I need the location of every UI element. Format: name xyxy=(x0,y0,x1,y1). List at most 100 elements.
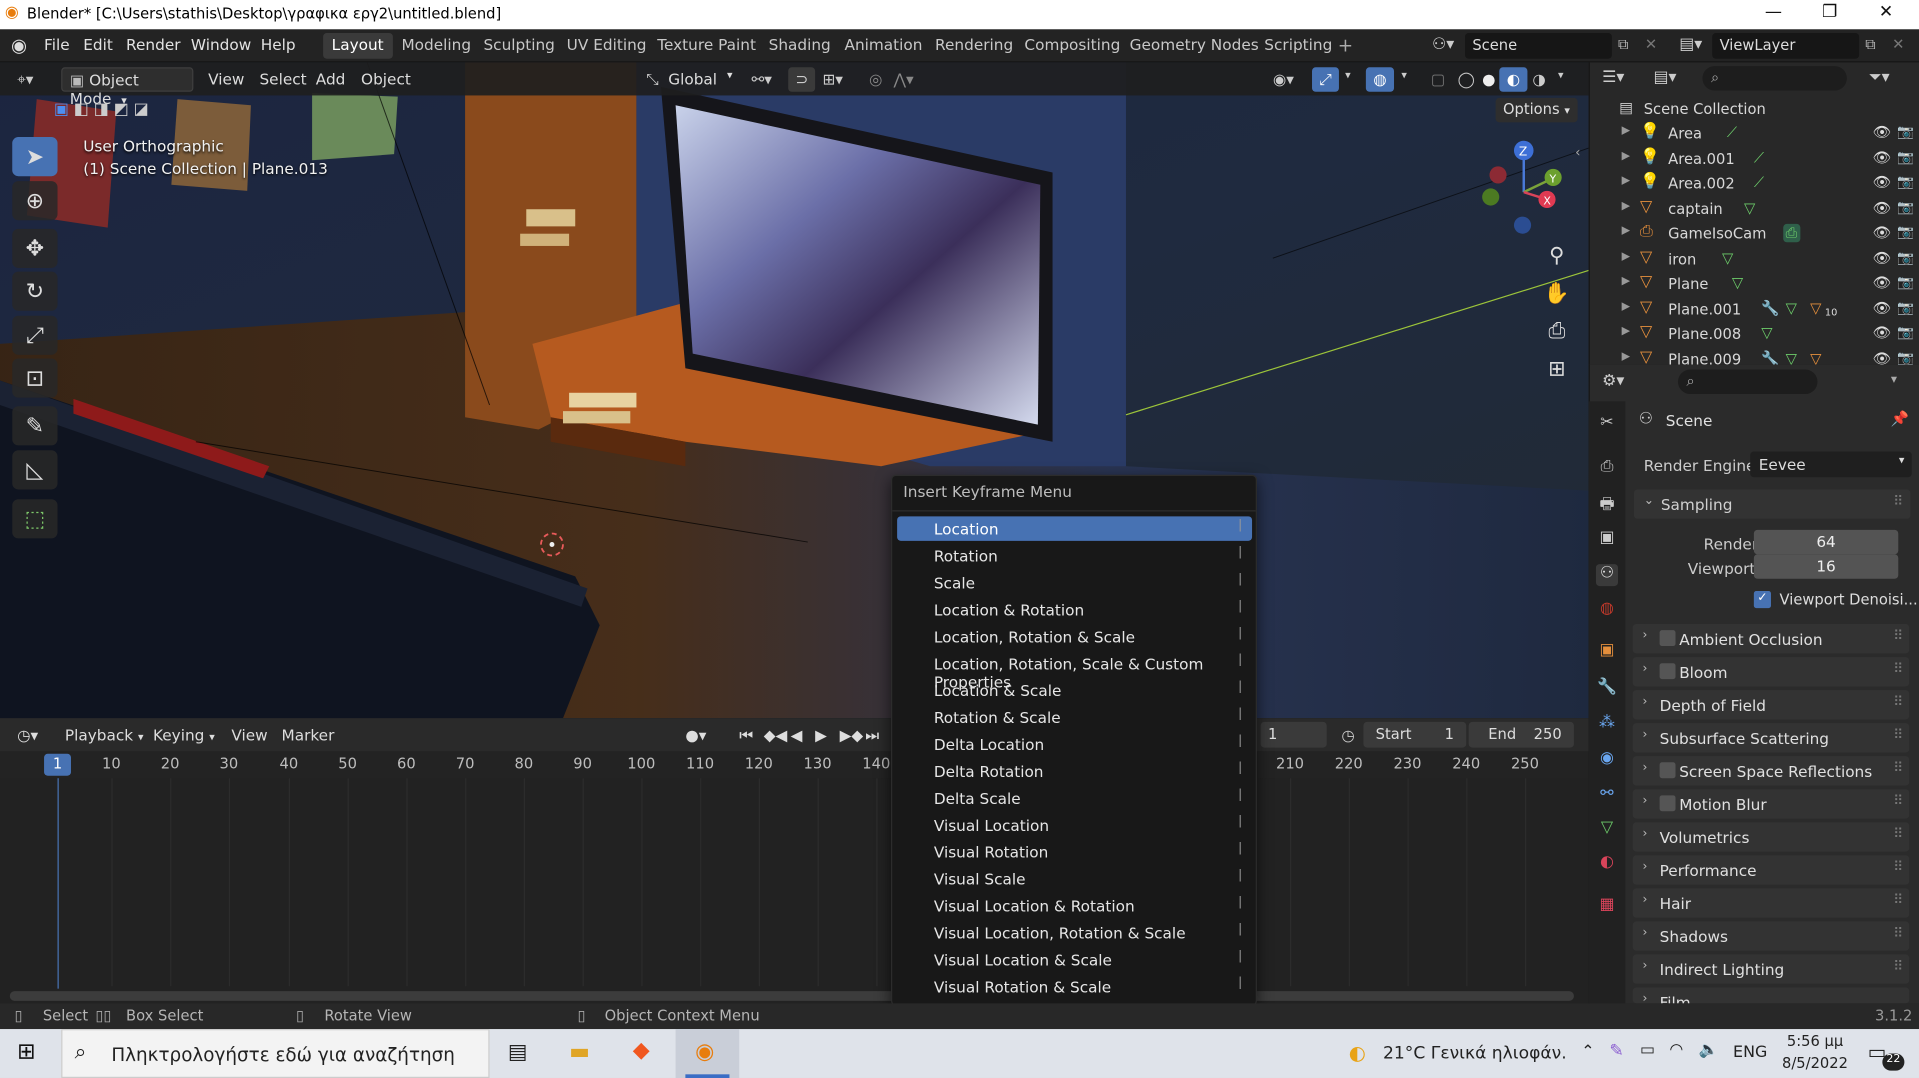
timeline-menu-keying[interactable]: Keying ▾ xyxy=(146,723,223,747)
gizmo-neg-z-axis[interactable] xyxy=(1513,216,1532,234)
sidebar-toggle-icon[interactable]: ‹ xyxy=(1575,144,1580,160)
particles-tab-icon[interactable]: ⁂ xyxy=(1596,713,1618,735)
material-shading-icon[interactable]: ◐ xyxy=(1499,67,1528,92)
menu-file[interactable]: File xyxy=(44,35,70,53)
close-button[interactable]: ✕ xyxy=(1858,2,1914,26)
drag-handle-icon[interactable]: ⠿ xyxy=(1893,892,1903,908)
render-samples-field[interactable]: 64 xyxy=(1753,529,1899,555)
menu-item-visual-location-scale[interactable]: Visual Location & Scale | xyxy=(897,947,1252,971)
move-tool[interactable]: ✥ xyxy=(12,228,58,268)
select-intersect-icon[interactable]: ◪ xyxy=(134,100,149,118)
chevron-down-icon[interactable]: ▾ xyxy=(1551,67,1571,91)
menu-item-delta-rotation[interactable]: Delta Rotation | xyxy=(897,759,1252,783)
texture-tab-icon[interactable]: ▦ xyxy=(1596,896,1618,918)
material-tab-icon[interactable]: ◐ xyxy=(1596,853,1618,875)
menu-edit[interactable]: Edit xyxy=(83,35,113,53)
camera-render-icon[interactable]: 📷 xyxy=(1897,224,1914,240)
tab-rendering[interactable]: Rendering xyxy=(926,33,1021,59)
outliner-item-plane-001[interactable]: ▶ ▽ Plane.001 🔧 ▽ ▽ 10 👁 📷 xyxy=(1590,297,1919,321)
blender-menu-icon[interactable]: ◉ xyxy=(11,34,27,56)
outliner-item-gameisocam[interactable]: ▶ ⎙ GameIsoCam ⎙ 👁 📷 xyxy=(1590,221,1919,245)
select-subtract-icon[interactable]: ◨ xyxy=(94,100,109,118)
menu-window[interactable]: Window xyxy=(191,35,251,53)
expand-arrow-icon[interactable]: ▶ xyxy=(1622,225,1630,237)
outliner-item-area-002[interactable]: ▶ 💡 Area.002 ⟋ 👁 📷 xyxy=(1590,171,1919,195)
mesh-data-icon[interactable]: ▽ xyxy=(1744,199,1755,216)
panel-depth-of-field[interactable]: › Depth of Field ⠿ xyxy=(1632,690,1910,720)
camera-view-icon[interactable]: ⎙ xyxy=(1541,316,1573,348)
drag-handle-icon[interactable]: ⠿ xyxy=(1893,925,1903,941)
viewlayer-field[interactable]: ViewLayer xyxy=(1712,33,1860,59)
outliner-scene-collection[interactable]: ▤ Scene Collection xyxy=(1590,97,1919,121)
render-tab-icon[interactable]: ⎙ xyxy=(1596,458,1618,480)
volume-icon[interactable]: 🔈 xyxy=(1699,1041,1719,1059)
drag-handle-icon[interactable]: ⠿ xyxy=(1893,694,1903,710)
menu-item-location-rotation-scale[interactable]: Location, Rotation & Scale | xyxy=(897,624,1252,648)
menu-item-location-rotation[interactable]: Location & Rotation | xyxy=(897,597,1252,621)
falloff-icon[interactable]: ⋀▾ xyxy=(886,67,921,91)
tab-shading[interactable]: Shading xyxy=(760,33,839,59)
expand-arrow-icon[interactable]: ▶ xyxy=(1622,251,1630,263)
menu-item-rotation[interactable]: Rotation | xyxy=(897,543,1252,567)
gizmo-neg-y-axis[interactable] xyxy=(1482,188,1500,206)
drag-handle-icon[interactable]: ⠿ xyxy=(1893,493,1903,509)
annotate-tool[interactable]: ✎ xyxy=(12,406,58,446)
maximize-button[interactable]: ❐ xyxy=(1802,2,1858,26)
gizmo-toggle-icon[interactable]: ⤢ xyxy=(1312,67,1339,92)
eye-icon[interactable]: 👁 xyxy=(1873,199,1892,216)
pivot-point-icon[interactable]: ⚯▾ xyxy=(744,67,779,91)
snap-target-icon[interactable]: ⊞▾ xyxy=(815,67,850,91)
chevron-down-icon[interactable]: ▾ xyxy=(1394,67,1414,91)
tray-chevron-up-icon[interactable]: ⌃ xyxy=(1581,1043,1594,1061)
camera-render-icon[interactable]: 📷 xyxy=(1897,300,1914,316)
cursor-tool[interactable]: ⊕ xyxy=(12,181,58,221)
drag-handle-icon[interactable]: ⠿ xyxy=(1893,628,1903,644)
outliner-search-input[interactable]: ⌕ xyxy=(1702,66,1847,91)
new-scene-icon[interactable]: ⧉ xyxy=(1618,35,1628,53)
tab-animation[interactable]: Animation xyxy=(836,33,931,59)
clock-time[interactable]: 5:56 μμ xyxy=(1787,1033,1843,1050)
select-new-icon[interactable]: ▣ xyxy=(54,100,69,118)
tool-tab-icon[interactable]: ✂ xyxy=(1596,414,1618,436)
outliner-item-area-001[interactable]: ▶ 💡 Area.001 ⟋ 👁 📷 xyxy=(1590,147,1919,171)
menu-item-delta-scale[interactable]: Delta Scale | xyxy=(897,786,1252,810)
eye-icon[interactable]: 👁 xyxy=(1873,174,1892,191)
menu-item-visual-scale[interactable]: Visual Scale | xyxy=(897,866,1252,890)
expand-arrow-icon[interactable]: ▶ xyxy=(1622,301,1630,313)
menu-item-scale[interactable]: Scale | xyxy=(897,570,1252,594)
object-tab-icon[interactable]: ▣ xyxy=(1596,641,1618,663)
menu-help[interactable]: Help xyxy=(261,35,296,53)
mesh-data-icon[interactable]: ▽ xyxy=(1786,300,1797,317)
drag-handle-icon[interactable]: ⠿ xyxy=(1893,826,1903,842)
tab-modeling[interactable]: Modeling xyxy=(393,33,480,59)
panel-volumetrics[interactable]: › Volumetrics ⠿ xyxy=(1632,822,1910,852)
new-viewlayer-icon[interactable]: ⧉ xyxy=(1865,35,1875,53)
camera-render-icon[interactable]: 📷 xyxy=(1897,124,1914,140)
end-frame-field[interactable]: End 250 xyxy=(1468,721,1574,748)
camera-render-icon[interactable]: 📷 xyxy=(1897,350,1914,365)
wifi-icon[interactable]: ◠ xyxy=(1669,1041,1683,1059)
camera-render-icon[interactable]: 📷 xyxy=(1897,199,1914,215)
menu-item-visual-location[interactable]: Visual Location | xyxy=(897,812,1252,836)
panel-shadows[interactable]: › Shadows ⠿ xyxy=(1632,921,1910,951)
panel-bloom[interactable]: › Bloom ⠿ xyxy=(1632,657,1910,687)
tab-layout[interactable]: Layout xyxy=(323,33,393,59)
timeline-menu-marker[interactable]: Marker xyxy=(274,723,342,747)
timeline-editor-type-icon[interactable]: ◷▾ xyxy=(10,723,46,747)
navigation-gizmo[interactable]: Z Y X xyxy=(1469,137,1579,247)
menu-item-location-scale[interactable]: Location & Scale | xyxy=(897,678,1252,702)
battery-icon[interactable]: ▭ xyxy=(1640,1041,1655,1059)
expand-arrow-icon[interactable]: ▶ xyxy=(1622,125,1630,137)
tab-texture-paint[interactable]: Texture Paint xyxy=(649,33,765,59)
camera-render-icon[interactable]: 📷 xyxy=(1897,149,1914,165)
drag-handle-icon[interactable]: ⠿ xyxy=(1893,760,1903,776)
current-frame-marker[interactable]: 1 xyxy=(44,753,71,776)
eye-icon[interactable]: 👁 xyxy=(1873,149,1892,166)
chevron-down-icon[interactable]: ▾ xyxy=(1891,373,1897,386)
overlay-toggle-icon[interactable]: ◍ xyxy=(1365,67,1394,92)
viewport-menu-object[interactable]: Object xyxy=(354,67,419,91)
start-frame-field[interactable]: Start 1 xyxy=(1363,721,1467,748)
data-tab-icon[interactable]: ▽ xyxy=(1596,819,1618,841)
physics-tab-icon[interactable]: ◉ xyxy=(1596,749,1618,771)
task-view-icon[interactable]: ▤ xyxy=(508,1040,528,1064)
